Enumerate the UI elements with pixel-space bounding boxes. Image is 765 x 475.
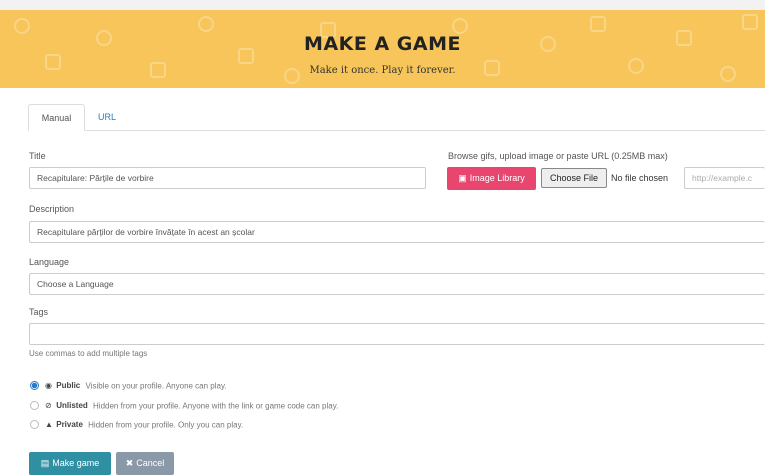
description-label: Description <box>29 204 75 214</box>
private-radio[interactable] <box>30 420 39 430</box>
lock-icon: ▲ <box>45 420 53 430</box>
top-strip <box>0 0 765 10</box>
visibility-public[interactable]: ◉ Public Visible on your profile. Anyone… <box>30 381 227 393</box>
tags-input[interactable] <box>29 323 765 345</box>
image-url-input[interactable]: http://example.c <box>684 167 765 189</box>
eye-icon: ◉ <box>45 381 52 391</box>
language-label: Language <box>29 257 70 267</box>
file-status-text: No file chosen <box>611 173 669 183</box>
tags-label: Tags <box>29 307 49 317</box>
tab-manual[interactable]: Manual <box>28 104 85 131</box>
make-game-button[interactable]: ▤ Make game <box>29 452 111 475</box>
header-banner: MAKE A GAME Make it once. Play it foreve… <box>0 10 765 88</box>
image-library-button[interactable]: ▣ Image Library <box>447 167 536 190</box>
visibility-private[interactable]: ▲ Private Hidden from your profile. Only… <box>30 420 243 432</box>
tags-hint: Use commas to add multiple tags <box>29 349 148 358</box>
cancel-button[interactable]: ✖ Cancel <box>116 452 174 475</box>
tab-url[interactable]: URL <box>88 104 126 131</box>
save-icon: ▤ <box>40 458 50 468</box>
title-label: Title <box>29 151 46 161</box>
visibility-unlisted[interactable]: ⊘ Unlisted Hidden from your profile. Any… <box>30 401 338 413</box>
image-icon: ▣ <box>458 173 467 183</box>
eye-slash-icon: ⊘ <box>45 401 52 411</box>
unlisted-radio[interactable] <box>30 401 39 411</box>
title-input[interactable]: Recapitulare: Părțile de vorbire <box>29 167 426 189</box>
image-label: Browse gifs, upload image or paste URL (… <box>448 151 668 161</box>
page-subtitle: Make it once. Play it forever. <box>309 65 456 76</box>
choose-file-button[interactable]: Choose File <box>541 168 607 188</box>
description-input[interactable]: Recapitulare părților de vorbire învățat… <box>29 221 765 243</box>
tab-bar: Manual URL <box>28 104 765 131</box>
language-select[interactable]: Choose a Language <box>29 273 765 295</box>
public-radio[interactable] <box>30 381 39 391</box>
page-title: MAKE A GAME <box>304 33 461 55</box>
close-icon: ✖ <box>125 458 134 468</box>
